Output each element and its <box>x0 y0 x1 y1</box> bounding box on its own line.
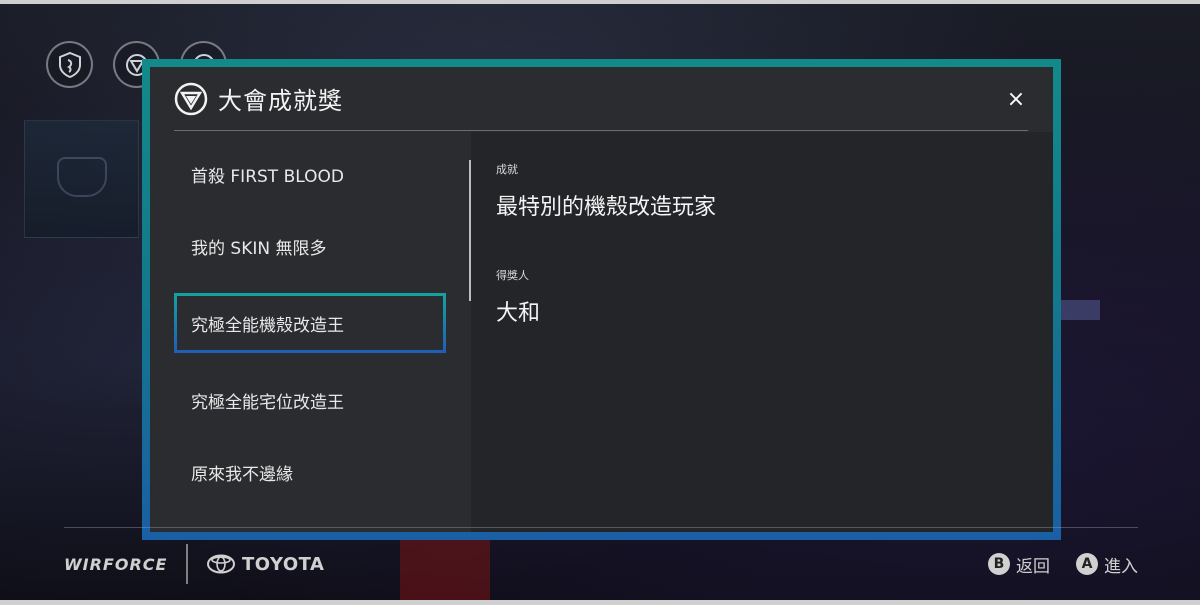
list-item-label: 究極全能機殼改造王 <box>191 315 344 336</box>
list-item[interactable]: 究極全能宅位改造王 <box>174 375 446 425</box>
list-item[interactable]: 我的 SKIN 無限多 <box>174 221 446 271</box>
footer: WIRFORCE TOYOTA B 返回 A 進入 <box>64 544 1138 584</box>
background-banner <box>24 120 139 238</box>
wirforce-logo: WIRFORCE <box>64 554 168 574</box>
list-item-label: 原來我不邊緣 <box>191 464 293 485</box>
background-light <box>1060 300 1100 320</box>
close-icon[interactable]: × <box>1004 89 1028 113</box>
list-item[interactable]: 首殺 FIRST BLOOD <box>174 149 446 199</box>
triangle-logo-icon <box>174 82 208 115</box>
achievement-detail: 成就 最特別的機殼改造玩家 得獎人 大和 <box>496 161 716 327</box>
brand-separator <box>186 544 188 584</box>
list-item-label: 我的 SKIN 無限多 <box>191 238 327 259</box>
achievement-list: 首殺 FIRST BLOOD 我的 SKIN 無限多 究極全能機殼改造王 究極全… <box>174 149 446 519</box>
list-item-selected[interactable]: 究極全能機殼改造王 <box>174 293 446 353</box>
top-edge <box>0 0 1200 4</box>
enter-button[interactable]: A 進入 <box>1076 552 1138 577</box>
achievement-label: 成就 <box>496 163 518 176</box>
background-emblem <box>57 157 107 197</box>
list-item-label: 首殺 FIRST BLOOD <box>191 166 344 187</box>
a-button-icon: A <box>1076 553 1098 575</box>
modal-title: 大會成就獎 <box>218 87 343 115</box>
list-item[interactable]: 原來我不邊緣 <box>174 447 446 497</box>
back-label: 返回 <box>1016 556 1050 577</box>
modal-header: 大會成就獎 × <box>174 67 1028 131</box>
footer-divider <box>64 527 1138 528</box>
scrollbar[interactable] <box>469 160 471 301</box>
shield-icon[interactable] <box>46 41 93 88</box>
bottom-edge <box>0 600 1200 605</box>
button-hints: B 返回 A 進入 <box>988 552 1138 577</box>
list-item-label: 究極全能宅位改造王 <box>191 392 344 413</box>
winner-label: 得獎人 <box>496 269 529 282</box>
winner-value: 大和 <box>496 301 541 326</box>
achievement-value: 最特別的機殼改造玩家 <box>496 195 717 220</box>
achievement-modal: 大會成就獎 × 首殺 FIRST BLOOD 我的 SKIN 無限多 究極全能機… <box>150 67 1053 532</box>
back-button[interactable]: B 返回 <box>988 552 1050 577</box>
b-button-icon: B <box>988 553 1010 575</box>
toyota-emblem-icon <box>207 554 235 574</box>
toyota-logo: TOYOTA <box>206 554 324 575</box>
toyota-wordmark: TOYOTA <box>242 553 325 575</box>
enter-label: 進入 <box>1104 556 1138 577</box>
